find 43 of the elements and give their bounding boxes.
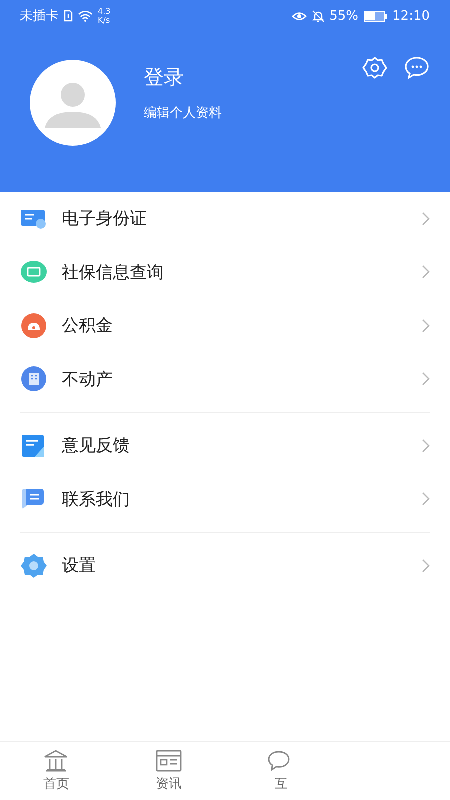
speed-unit: K/s [98,16,111,25]
battery-icon [364,10,388,22]
tab[interactable]: 互 [225,742,338,800]
menu-label: 社保信息查询 [62,262,165,284]
clock-text: 12:10 [392,8,430,24]
speed-text: 4.3 [98,7,111,16]
chevron-right-icon [422,492,430,506]
message-icon[interactable] [404,56,430,80]
tab[interactable]: 资讯 [112,742,225,800]
chevron-right-icon [422,212,430,226]
menu-item[interactable]: 意见反馈 [20,419,430,472]
chevron-right-icon [422,438,430,453]
menu-item[interactable]: 公积金 [0,299,450,352]
settings-icon[interactable] [362,56,388,80]
menu-item[interactable]: 设置 [20,539,430,592]
edit-profile-link[interactable]: 编辑个人资料 [144,104,362,122]
menu-label: 电子身份证 [62,208,148,230]
chevron-right-icon [422,318,430,333]
login-link[interactable]: 登录 [144,62,362,92]
bell-muted-icon [312,10,325,22]
menu-label: 联系我们 [62,488,131,511]
tab[interactable]: 首页 [0,742,112,800]
menu-item[interactable]: 社保信息查询 [0,246,450,299]
sim-icon [64,10,73,22]
wifi-icon [78,10,93,22]
chevron-right-icon [422,265,430,280]
menu-label: 设置 [62,555,97,578]
carrier-text: 未插卡 [20,8,59,25]
avatar[interactable] [30,60,116,146]
menu-item[interactable]: 电子身份证 [0,192,450,246]
menu-item[interactable]: 联系我们 [20,472,430,526]
battery-text: 55% [330,8,359,24]
chevron-right-icon [422,558,430,573]
bank-icon [43,750,70,772]
building-icon [20,366,48,392]
menu-label: 公积金 [62,315,114,338]
chevron-right-icon [422,372,430,386]
menu-label: 意见反馈 [62,435,131,458]
menu-item[interactable]: 不动产 [0,352,450,406]
newspaper-icon [156,750,182,772]
eye-icon [292,10,307,22]
settings-icon [20,552,48,579]
menu-label: 不动产 [62,368,114,391]
